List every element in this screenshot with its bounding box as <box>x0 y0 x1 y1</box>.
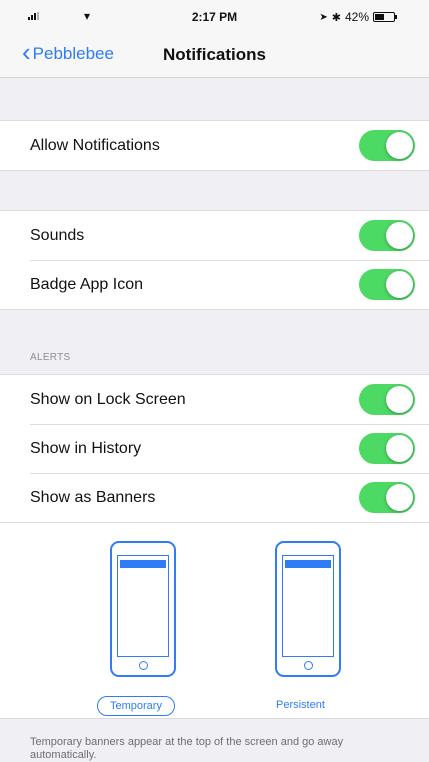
allow-notifications-section: Allow Notifications <box>0 120 429 171</box>
sounds-toggle[interactable] <box>359 220 415 251</box>
persistent-option[interactable]: Persistent <box>276 699 325 711</box>
show-as-banners-row: Show as Banners <box>0 473 429 522</box>
sounds-section: Sounds Badge App Icon <box>0 210 429 310</box>
show-as-banners-label: Show as Banners <box>30 488 156 506</box>
banner-style-picker: Temporary Persistent <box>0 523 429 719</box>
badge-app-icon-label: Badge App Icon <box>30 275 143 293</box>
status-bar: ▾ 2:17 PM ➤ ✱ 42% <box>0 0 429 34</box>
nav-bar: ‹ Pebblebee Notifications <box>0 34 429 78</box>
show-on-lock-screen-label: Show on Lock Screen <box>30 390 186 408</box>
page-title: Notifications <box>163 45 266 64</box>
banner-footer-note: Temporary banners appear at the top of t… <box>30 736 344 761</box>
show-on-lock-screen-row: Show on Lock Screen <box>0 375 429 424</box>
battery-percent: 42% <box>344 10 369 24</box>
alerts-section: Show on Lock Screen Show in History Show… <box>0 374 429 523</box>
alerts-header: ALERTS <box>30 352 71 363</box>
sounds-label: Sounds <box>30 226 85 244</box>
persistent-banner-phone-icon[interactable] <box>275 541 341 677</box>
temporary-banner-phone-icon[interactable] <box>110 541 176 677</box>
allow-notifications-label: Allow Notifications <box>30 136 160 154</box>
show-on-lock-screen-toggle[interactable] <box>359 384 415 415</box>
allow-notifications-toggle[interactable] <box>359 130 415 161</box>
show-as-banners-toggle[interactable] <box>359 482 415 513</box>
badge-app-icon-toggle[interactable] <box>359 269 415 300</box>
bluetooth-icon: ✱ <box>331 11 341 24</box>
location-icon: ➤ <box>319 11 328 23</box>
battery-icon <box>373 12 397 22</box>
sounds-row: Sounds <box>0 211 429 260</box>
show-in-history-label: Show in History <box>30 439 142 457</box>
show-in-history-row: Show in History <box>0 424 429 473</box>
show-in-history-toggle[interactable] <box>359 433 415 464</box>
allow-notifications-row: Allow Notifications <box>0 121 429 170</box>
temporary-option[interactable]: Temporary <box>97 696 175 716</box>
badge-app-icon-row: Badge App Icon <box>0 260 429 309</box>
